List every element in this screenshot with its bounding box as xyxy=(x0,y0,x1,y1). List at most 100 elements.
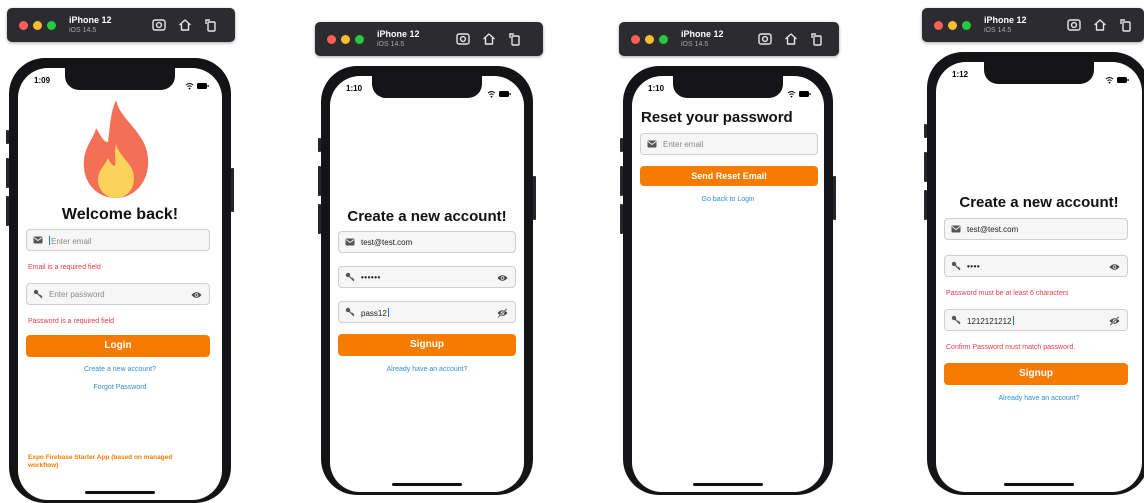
minimize-window-button[interactable] xyxy=(948,21,957,30)
screenshot-icon[interactable] xyxy=(757,31,773,47)
email-field[interactable]: test@test.com xyxy=(338,231,516,253)
password-error: Password is a required field xyxy=(28,318,114,325)
close-window-button[interactable] xyxy=(19,21,28,30)
device-name: iPhone 12 xyxy=(377,29,420,39)
rotate-icon[interactable] xyxy=(203,17,219,33)
back-to-login-link[interactable]: Go back to Login xyxy=(632,196,824,203)
email-field[interactable]: test@test.com xyxy=(944,218,1128,240)
device-name: iPhone 12 xyxy=(69,15,112,25)
rotate-icon[interactable] xyxy=(507,31,523,47)
volume-up-button xyxy=(924,152,927,182)
screenshot-icon[interactable] xyxy=(1066,17,1082,33)
email-field[interactable]: Enter email xyxy=(26,229,210,251)
envelope-icon xyxy=(33,235,43,245)
home-indicator[interactable] xyxy=(693,483,763,486)
create-account-link[interactable]: Create a new account? xyxy=(18,366,222,373)
volume-down-button xyxy=(6,196,9,226)
rotate-icon[interactable] xyxy=(1118,17,1134,33)
confirm-password-error: Confirm Password must match password. xyxy=(946,344,1076,351)
volume-down-button xyxy=(318,204,321,234)
password-error: Password must be at least 6 characters xyxy=(946,290,1069,297)
device-os-version: iOS 14.5 xyxy=(69,27,97,34)
simulator-toolbar: iPhone 12 iOS 14.5 xyxy=(315,22,543,56)
show-password-eye-icon[interactable] xyxy=(1109,262,1120,272)
notch xyxy=(984,62,1094,84)
simulator-toolbar: iPhone 12 iOS 14.5 xyxy=(619,22,839,56)
minimize-window-button[interactable] xyxy=(645,35,654,44)
close-window-button[interactable] xyxy=(327,35,336,44)
phone-screen: 1:12 Create a new account! test@test.com… xyxy=(936,62,1142,492)
send-reset-email-button[interactable]: Send Reset Email xyxy=(640,166,818,186)
confirm-password-value: 1212121212 xyxy=(967,316,1014,326)
text-cursor xyxy=(1012,316,1014,325)
status-time: 1:10 xyxy=(346,84,363,93)
envelope-icon xyxy=(647,139,657,149)
home-indicator[interactable] xyxy=(85,491,155,494)
password-field[interactable]: •••• xyxy=(944,255,1128,277)
wifi-battery-icon xyxy=(786,85,812,98)
home-indicator[interactable] xyxy=(1004,483,1074,486)
password-placeholder: Enter password xyxy=(49,290,105,299)
close-window-button[interactable] xyxy=(934,21,943,30)
volume-up-button xyxy=(620,166,623,196)
login-button[interactable]: Login xyxy=(26,335,210,357)
signup-button[interactable]: Signup xyxy=(944,363,1128,385)
hide-password-eye-slash-icon[interactable] xyxy=(497,308,508,318)
already-have-account-link[interactable]: Already have an account? xyxy=(936,395,1142,402)
home-icon[interactable] xyxy=(1092,17,1108,33)
text-cursor xyxy=(49,236,50,245)
home-icon[interactable] xyxy=(783,31,799,47)
mute-switch xyxy=(620,138,623,152)
wifi-battery-icon xyxy=(486,85,512,98)
page-title: Reset your password xyxy=(641,109,793,126)
phone-frame: 1:09 Welcome back! Enter email Email is … xyxy=(6,58,234,503)
status-time: 1:10 xyxy=(648,84,665,93)
device-os-version: iOS 14.5 xyxy=(984,27,1012,34)
home-icon[interactable] xyxy=(481,31,497,47)
minimize-window-button[interactable] xyxy=(341,35,350,44)
status-time: 1:09 xyxy=(34,76,51,85)
password-field[interactable]: •••••• xyxy=(338,266,516,288)
notch xyxy=(65,68,175,90)
forgot-password-link[interactable]: Forgot Password xyxy=(18,384,222,391)
wifi-battery-icon xyxy=(184,77,210,90)
envelope-icon xyxy=(951,224,961,234)
email-placeholder: Enter email xyxy=(663,140,704,149)
mute-switch xyxy=(318,138,321,152)
footer-caption: Expo Firebase Starter App (based on mana… xyxy=(28,454,173,469)
home-indicator[interactable] xyxy=(392,483,462,486)
close-window-button[interactable] xyxy=(631,35,640,44)
phone-frame: 1:12 Create a new account! test@test.com… xyxy=(924,52,1144,495)
mute-switch xyxy=(924,124,927,138)
confirm-password-field[interactable]: pass12 xyxy=(338,301,516,323)
zoom-window-button[interactable] xyxy=(47,21,56,30)
zoom-window-button[interactable] xyxy=(355,35,364,44)
password-value: •••••• xyxy=(361,273,381,282)
zoom-window-button[interactable] xyxy=(659,35,668,44)
password-field[interactable]: Enter password xyxy=(26,283,210,305)
device-name: iPhone 12 xyxy=(681,29,724,39)
signup-button[interactable]: Signup xyxy=(338,334,516,356)
email-error: Email is a required field xyxy=(28,264,101,271)
screenshot-icon[interactable] xyxy=(151,17,167,33)
simulator-reset-password: iPhone 12 iOS 14.5 1:10 Reset your passw… xyxy=(619,22,839,495)
minimize-window-button[interactable] xyxy=(33,21,42,30)
home-icon[interactable] xyxy=(177,17,193,33)
zoom-window-button[interactable] xyxy=(962,21,971,30)
confirm-password-field[interactable]: 1212121212 xyxy=(944,309,1128,331)
notch xyxy=(673,76,783,98)
show-password-eye-icon[interactable] xyxy=(191,290,202,300)
wifi-battery-icon xyxy=(1104,71,1130,84)
email-field[interactable]: Enter email xyxy=(640,133,818,155)
email-value: test@test.com xyxy=(361,238,413,247)
hide-password-eye-slash-icon[interactable] xyxy=(1109,316,1120,326)
flame-logo-icon xyxy=(76,98,156,200)
already-have-account-link[interactable]: Already have an account? xyxy=(330,366,524,373)
show-password-eye-icon[interactable] xyxy=(497,273,508,283)
rotate-icon[interactable] xyxy=(809,31,825,47)
volume-down-button xyxy=(924,190,927,220)
key-icon xyxy=(345,272,355,282)
screenshot-icon[interactable] xyxy=(455,31,471,47)
key-icon xyxy=(345,307,355,317)
simulator-login: iPhone 12 iOS 14.5 1:09 Welcome back! En… xyxy=(6,8,235,503)
